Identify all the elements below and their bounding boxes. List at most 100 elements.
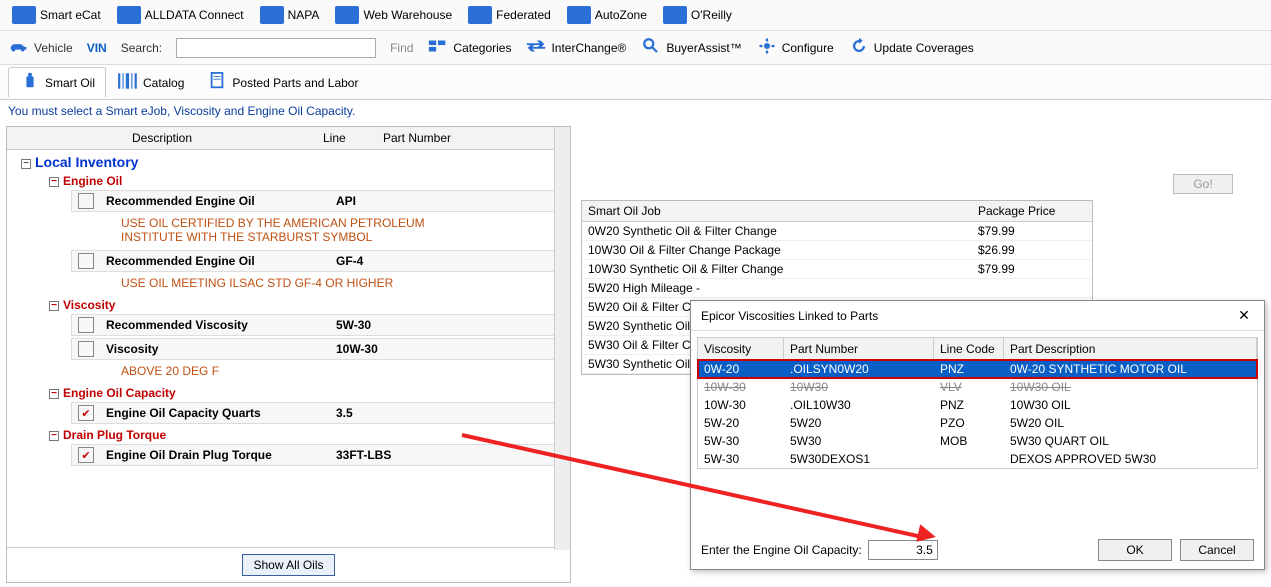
find-link[interactable]: Find <box>390 41 413 55</box>
vehicle-label[interactable]: Vehicle <box>34 41 73 55</box>
categories-icon <box>427 37 449 58</box>
spec-value: 10W-30 <box>330 340 384 358</box>
vendor-link-web-warehouse[interactable]: Web Warehouse <box>331 4 456 26</box>
spec-description: Engine Oil Drain Plug Torque <box>100 446 330 464</box>
viscosity-row[interactable]: 0W-20.OILSYN0W20PNZ0W-20 SYNTHETIC MOTOR… <box>698 360 1257 378</box>
vendor-link-autozone[interactable]: AutoZone <box>563 4 651 26</box>
package-row[interactable]: 0W20 Synthetic Oil & Filter Change$79.99 <box>582 222 1092 241</box>
spec-value: API <box>330 192 362 210</box>
checkbox[interactable] <box>78 317 94 333</box>
autozone-icon <box>567 6 591 24</box>
spec-value: 5W-30 <box>330 316 377 334</box>
top-vendor-toolbar: Smart eCat ALLDATA Connect NAPA Web Warehou… <box>0 0 1271 31</box>
viscosities-dialog: Epicor Viscosities Linked to Parts ✕ Vis… <box>690 300 1265 570</box>
configure-button[interactable]: Configure <box>756 37 834 58</box>
search-label: Search: <box>121 41 162 55</box>
package-row[interactable]: 5W20 High Mileage - <box>582 279 1092 298</box>
spec-row[interactable]: Recommended Engine OilAPI <box>71 190 568 212</box>
spec-description: Engine Oil Capacity Quarts <box>100 404 330 422</box>
document-icon <box>206 72 228 93</box>
spec-value: GF-4 <box>330 252 369 270</box>
vendor-link-napa[interactable]: NAPA <box>256 4 324 26</box>
oreilly-icon <box>663 6 687 24</box>
vendor-link-o-reilly[interactable]: O'Reilly <box>659 4 736 26</box>
package-headers: Smart Oil Job Package Price <box>582 201 1092 222</box>
spec-description: Recommended Engine Oil <box>100 252 330 270</box>
checkbox[interactable] <box>78 193 94 209</box>
collapse-icon[interactable]: − <box>49 389 59 399</box>
package-row[interactable]: 10W30 Oil & Filter Change Package$26.99 <box>582 241 1092 260</box>
alldata-icon <box>117 6 141 24</box>
capacity-label: Enter the Engine Oil Capacity: <box>701 543 862 557</box>
spec-row[interactable]: Recommended Viscosity5W-30 <box>71 314 568 336</box>
spec-value: 33FT-LBS <box>330 446 397 464</box>
search-input[interactable] <box>176 38 376 58</box>
group-engine-oil: Engine Oil <box>63 174 122 188</box>
cat-icon <box>12 6 36 24</box>
viscosity-row[interactable]: 5W-305W30DEXOS1DEXOS APPROVED 5W30 <box>698 450 1257 468</box>
vendor-link-alldata-connect[interactable]: ALLDATA Connect <box>113 4 248 26</box>
spec-value: 3.5 <box>330 404 359 422</box>
collapse-icon[interactable]: − <box>49 431 59 441</box>
group-drain-plug-torque: Drain Plug Torque <box>63 428 166 442</box>
checkbox[interactable] <box>78 253 94 269</box>
instruction-text: You must select a Smart eJob, Viscosity … <box>0 100 1271 122</box>
interchange-button[interactable]: InterChange® <box>525 37 626 58</box>
tab-catalog[interactable]: Catalog <box>106 67 195 97</box>
dialog-title: Epicor Viscosities Linked to Parts <box>701 309 878 323</box>
spec-row[interactable]: Viscosity10W-30 <box>71 338 568 360</box>
gear-icon <box>756 37 778 58</box>
search-toolbar: Vehicle VIN Search: Find Categories Inte… <box>0 31 1271 65</box>
collapse-icon[interactable]: − <box>49 177 59 187</box>
scrollbar-vertical[interactable] <box>554 127 570 550</box>
vendor-link-smart-ecat[interactable]: Smart eCat <box>8 4 105 26</box>
close-icon[interactable]: ✕ <box>1234 307 1254 324</box>
spec-note: USE OIL MEETING ILSAC STD GF-4 OR HIGHER <box>21 274 441 294</box>
spec-row[interactable]: Recommended Engine OilGF-4 <box>71 250 568 272</box>
car-icon <box>8 37 30 58</box>
cancel-button[interactable]: Cancel <box>1180 539 1254 561</box>
spec-description: Viscosity <box>100 340 330 358</box>
update-coverages-button[interactable]: Update Coverages <box>848 37 974 58</box>
vin-label[interactable]: VIN <box>87 41 107 55</box>
collapse-icon[interactable]: − <box>21 159 31 169</box>
barcode-icon <box>117 72 139 93</box>
group-engine-oil-capacity: Engine Oil Capacity <box>63 386 176 400</box>
tab-posted[interactable]: Posted Parts and Labor <box>195 67 369 97</box>
spec-note: USE OIL CERTIFIED BY THE AMERICAN PETROL… <box>21 214 441 248</box>
spec-row[interactable]: Engine Oil Drain Plug Torque33FT-LBS <box>71 444 568 466</box>
viscosity-row[interactable]: 5W-205W20PZO5W20 OIL <box>698 414 1257 432</box>
checkbox[interactable] <box>78 447 94 463</box>
group-viscosity: Viscosity <box>63 298 115 312</box>
collapse-icon[interactable]: − <box>49 301 59 311</box>
checkbox[interactable] <box>78 405 94 421</box>
viscosity-row[interactable]: 10W-3010W30VLV10W30 OIL <box>698 378 1257 396</box>
magnifier-icon <box>640 37 662 58</box>
napa-icon <box>260 6 284 24</box>
dialog-grid-headers: Viscosity Part Number Line Code Part Des… <box>698 338 1257 360</box>
local-inventory-panel: Description Line Part Number −Local Inve… <box>6 126 571 583</box>
oil-bottle-icon <box>19 72 41 93</box>
package-row[interactable]: 10W30 Synthetic Oil & Filter Change$79.9… <box>582 260 1092 279</box>
vendor-link-federated[interactable]: Federated <box>464 4 555 26</box>
spec-description: Recommended Engine Oil <box>100 192 330 210</box>
categories-button[interactable]: Categories <box>427 37 511 58</box>
capacity-input[interactable] <box>868 540 938 560</box>
viscosity-row[interactable]: 10W-30.OIL10W30PNZ10W30 OIL <box>698 396 1257 414</box>
federated-icon <box>468 6 492 24</box>
checkbox[interactable] <box>78 341 94 357</box>
swap-icon <box>525 37 547 58</box>
show-all-oils-button[interactable]: Show All Oils <box>242 554 334 576</box>
refresh-icon <box>848 37 870 58</box>
local-inventory-header: Local Inventory <box>35 154 138 170</box>
go-button[interactable]: Go! <box>1173 174 1233 194</box>
ok-button[interactable]: OK <box>1098 539 1172 561</box>
main-tabs: Smart Oil Catalog Posted Parts and Labor <box>0 65 1271 100</box>
spec-note: ABOVE 20 DEG F <box>21 362 441 382</box>
tab-smart-oil[interactable]: Smart Oil <box>8 67 106 97</box>
buyerassist-button[interactable]: BuyerAssist™ <box>640 37 741 58</box>
left-column-headers: Description Line Part Number <box>7 127 570 150</box>
warehouse-icon <box>335 6 359 24</box>
viscosity-row[interactable]: 5W-305W30MOB5W30 QUART OIL <box>698 432 1257 450</box>
spec-row[interactable]: Engine Oil Capacity Quarts3.5 <box>71 402 568 424</box>
